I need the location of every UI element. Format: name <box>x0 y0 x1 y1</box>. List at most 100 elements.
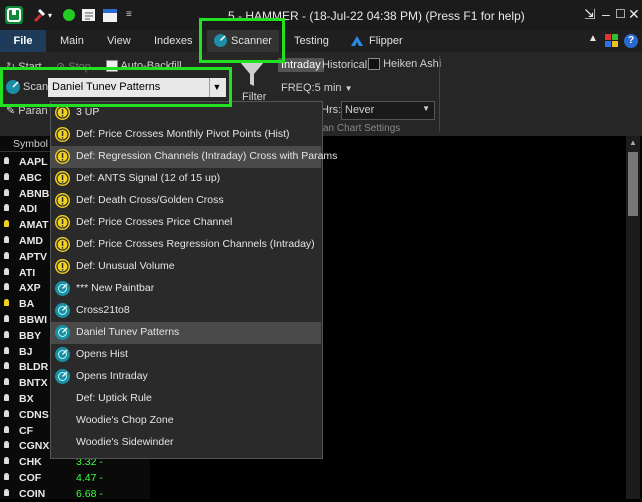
dropdown-item[interactable]: Def: Death Cross/Golden Cross <box>51 190 321 212</box>
maximize-icon[interactable]: ☐ <box>615 7 626 21</box>
dropdown-item[interactable]: Woodie's Sidewinder <box>51 432 321 454</box>
app-logo-icon[interactable] <box>5 6 23 24</box>
hours-label: Hrs: <box>321 104 342 116</box>
dropdown-item-label: 3 UP <box>76 106 100 118</box>
record-icon[interactable] <box>60 6 78 24</box>
collapse-ribbon-icon[interactable]: ▲ <box>588 33 598 44</box>
yellow-info-icon <box>55 127 70 142</box>
symbol-cell: BLDR <box>19 361 49 374</box>
close-icon[interactable]: ✕ <box>628 6 640 23</box>
symbol-cell: AMAT <box>19 219 49 232</box>
symbol-cell: CDNS <box>19 408 49 421</box>
scan-select-highlight <box>0 67 232 107</box>
tab-file[interactable]: File <box>0 30 46 52</box>
teal-scan-icon <box>55 347 70 362</box>
lightbulb-icon <box>4 425 9 433</box>
dropdown-item[interactable]: Def: Price Crosses Regression Channels (… <box>51 234 321 256</box>
symbol-cell: AXP <box>19 282 41 295</box>
vertical-scrollbar[interactable]: ▲ <box>626 136 640 499</box>
dropdown-item-label: Def: Regression Channels (Intraday) Cros… <box>76 150 338 162</box>
lightbulb-icon <box>4 488 9 496</box>
minimize-icon[interactable]: – <box>602 6 610 22</box>
dropdown-item[interactable]: Def: Price Crosses Price Channel <box>51 212 321 234</box>
dropdown-item-label: Def: Death Cross/Golden Cross <box>76 194 224 206</box>
dropdown-item[interactable]: Opens Hist <box>51 344 321 366</box>
dropdown-item-label: Opens Hist <box>76 348 128 360</box>
lightbulb-icon <box>4 283 9 291</box>
chart-settings-caption: can Chart Settings <box>318 123 401 134</box>
yellow-info-icon <box>55 215 70 230</box>
table-row[interactable]: COIN 6.68 - <box>0 486 150 502</box>
hours-select-value: Never <box>345 104 375 116</box>
symbol-cell: AAPL <box>19 156 48 168</box>
symbol-cell: AMD <box>19 235 43 247</box>
lightbulb-icon <box>4 457 9 465</box>
symbol-cell: BX <box>19 393 34 405</box>
lightbulb-icon <box>4 251 9 259</box>
tab-indexes[interactable]: Indexes <box>154 30 193 52</box>
yellow-info-icon <box>55 105 70 120</box>
dropdown-item[interactable]: Daniel Tunev Patterns <box>51 322 321 344</box>
lightbulb-icon <box>4 204 9 212</box>
yellow-info-icon <box>55 149 70 164</box>
scrollbar-thumb[interactable] <box>628 152 638 216</box>
tab-flipper-label: Flipper <box>369 35 403 47</box>
tab-main[interactable]: Main <box>60 30 84 52</box>
dropdown-item[interactable]: Def: Regression Channels (Intraday) Cros… <box>51 146 337 168</box>
ribbon-divider <box>439 56 440 132</box>
yellow-info-icon <box>55 259 70 274</box>
dropdown-item[interactable]: Cross21to8 <box>51 300 321 322</box>
historical-toggle[interactable]: Historical <box>322 59 367 71</box>
dropdown-item[interactable]: Opens Intraday <box>51 366 321 388</box>
lightbulb-icon <box>4 157 9 164</box>
dropdown-item-label: Def: Unusual Volume <box>76 260 175 272</box>
heiken-ashi-checkbox[interactable]: Heiken Ashi <box>368 58 442 71</box>
hours-select[interactable]: Never ▼ <box>341 101 435 120</box>
tab-view[interactable]: View <box>107 30 131 52</box>
symbol-cell: COIN <box>19 487 46 500</box>
pin-icon[interactable] <box>30 6 48 24</box>
lightbulb-icon <box>4 299 9 307</box>
dropdown-item-label: Def: ANTS Signal (12 of 15 up) <box>76 172 221 184</box>
flipper-icon <box>351 36 363 46</box>
chevron-down-icon: ▼ <box>344 84 353 93</box>
quick-access-menu-icon[interactable]: ≡ <box>126 9 144 27</box>
dropdown-item[interactable]: Def: Price Crosses Monthly Pivot Points … <box>51 124 321 146</box>
scroll-up-icon[interactable]: ▲ <box>629 138 637 147</box>
scanner-tab-highlight <box>199 18 285 63</box>
restore-down-icon[interactable]: ⇲ <box>584 6 596 23</box>
notes-icon[interactable] <box>80 6 98 24</box>
dropdown-item[interactable]: Def: Unusual Volume <box>51 256 321 278</box>
dropdown-item-label: Opens Intraday <box>76 370 148 382</box>
symbol-cell: BBWI <box>19 314 47 326</box>
teal-scan-icon <box>55 369 70 384</box>
symbol-column-header[interactable]: Symbol <box>13 138 48 150</box>
table-row[interactable]: COF 4.47 - <box>0 470 150 486</box>
color-tiles-icon[interactable] <box>605 34 618 47</box>
heiken-ashi-label: Heiken Ashi <box>383 58 442 70</box>
symbol-cell: CGNX <box>19 440 50 453</box>
filter-button[interactable]: Filter <box>234 58 270 106</box>
help-icon[interactable]: ? <box>624 34 638 48</box>
lightbulb-icon <box>4 441 9 449</box>
dropdown-item[interactable]: Def: Uptick Rule <box>51 388 321 410</box>
lightbulb-icon <box>4 394 9 401</box>
dropdown-item[interactable]: *** New Paintbar <box>51 278 321 300</box>
symbol-cell: BJ <box>19 345 33 358</box>
teal-scan-icon <box>55 303 70 318</box>
symbol-cell: CHK <box>19 456 42 469</box>
value-cell: 6.68 - <box>76 487 103 500</box>
lightbulb-icon <box>4 220 9 228</box>
dropdown-item[interactable]: Def: ANTS Signal (12 of 15 up) <box>51 168 321 190</box>
symbol-cell: ABNB <box>19 187 50 200</box>
symbol-cell: APTV <box>19 250 48 263</box>
teal-scan-icon <box>55 325 70 340</box>
calendar-icon[interactable] <box>101 6 119 24</box>
scan-dropdown-list: 3 UP Def: Price Crosses Monthly Pivot Poi… <box>50 101 337 459</box>
tab-testing[interactable]: Testing <box>294 30 329 52</box>
lightbulb-icon <box>4 346 9 354</box>
yellow-info-icon <box>55 193 70 208</box>
dropdown-item[interactable]: Woodie's Chop Zone <box>51 410 321 432</box>
frequency-select[interactable]: FREQ:5 min ▼ <box>281 82 353 94</box>
symbol-cell: ATI <box>19 266 36 279</box>
